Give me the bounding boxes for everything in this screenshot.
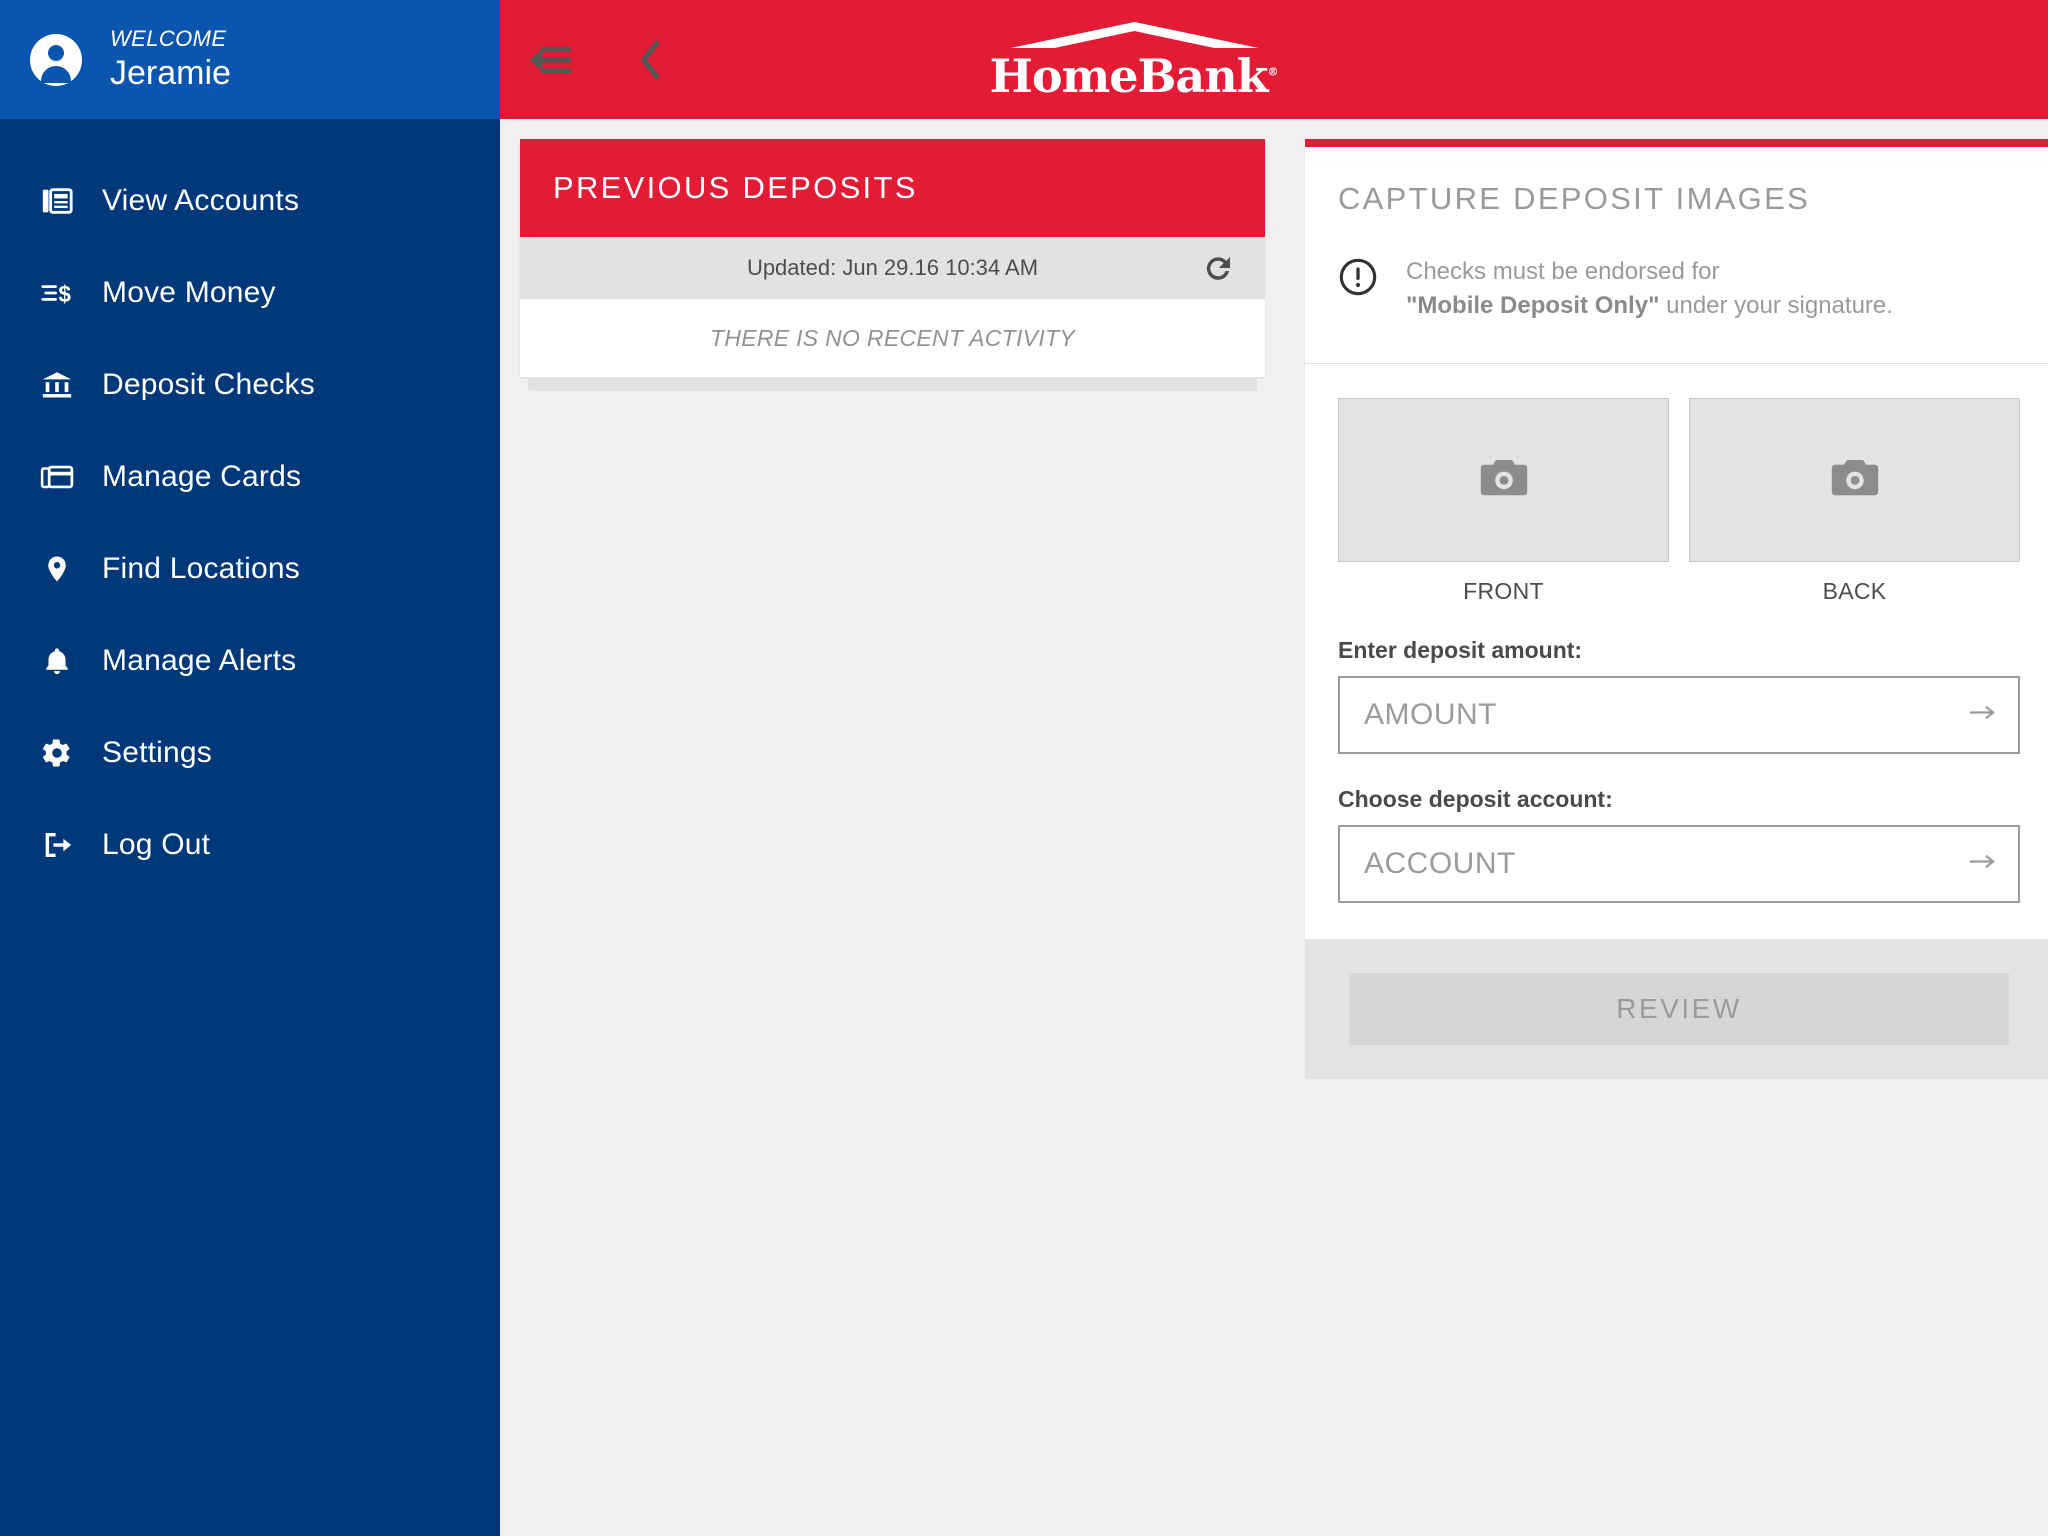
deposit-form: Enter deposit amount: AMOUNT Choose depo… [1305,637,2048,904]
sidebar-nav: View Accounts $ Move Money Deposit Check… [0,119,500,891]
capture-back: BACK [1689,398,2020,605]
sidebar-item-manage-alerts[interactable]: Manage Alerts [0,615,500,707]
warning-text: Checks must be endorsed for "Mobile Depo… [1406,255,1893,323]
capture-front: FRONT [1338,398,1669,605]
refresh-icon[interactable] [1199,249,1237,287]
previous-deposits-column: PREVIOUS DEPOSITS Updated: Jun 29.16 10:… [520,139,1265,391]
user-avatar-icon [30,33,82,86]
capture-back-label: BACK [1822,578,1887,605]
exclamation-circle-icon [1338,257,1384,302]
bell-icon [34,641,80,681]
main-content: PREVIOUS DEPOSITS Updated: Jun 29.16 10:… [500,119,2048,1536]
card-shadow-footer [528,377,1257,391]
capture-deposit-title: CAPTURE DEPOSIT IMAGES [1338,181,1811,216]
review-button[interactable]: REVIEW [1349,973,2009,1046]
welcome-label: WELCOME [110,26,227,52]
account-field-label: Choose deposit account: [1338,786,1613,813]
welcome-text-group: WELCOME Jeramie [110,26,231,92]
review-button-label: REVIEW [1616,993,1742,1025]
sidebar-item-deposit-checks[interactable]: Deposit Checks [0,339,500,431]
amount-placeholder: AMOUNT [1364,698,1497,732]
welcome-bar[interactable]: WELCOME Jeramie [0,0,500,119]
endorsement-warning: Checks must be endorsed for "Mobile Depo… [1338,255,2020,363]
right-area: HomeBank® PREVIOUS DEPOSITS Updated: Jun… [500,0,2048,1536]
previous-deposits-empty-row: THERE IS NO RECENT ACTIVITY [520,299,1265,377]
sidebar-item-label: Settings [102,736,212,769]
user-name: Jeramie [110,53,231,92]
sidebar-item-label: Find Locations [102,552,300,585]
credit-cards-icon [34,457,80,497]
sidebar-item-view-accounts[interactable]: View Accounts [0,155,500,247]
account-select[interactable]: ACCOUNT [1338,825,2020,904]
warning-line-2: under your signature. [1659,292,1893,320]
sidebar-item-find-locations[interactable]: Find Locations [0,523,500,615]
chevron-left-icon[interactable] [631,33,671,87]
warning-bold-phrase: "Mobile Deposit Only" [1406,292,1660,320]
updated-timestamp: Updated: Jun 29.16 10:34 AM [746,255,1039,280]
gear-icon [34,733,80,773]
form-bottom-spacer [1305,903,2048,939]
capture-back-button[interactable] [1689,398,2020,563]
accounts-list-icon [34,181,80,221]
previous-deposits-title: PREVIOUS DEPOSITS [553,170,918,205]
sidebar-item-label: Deposit Checks [102,368,315,401]
sidebar-item-label: Manage Alerts [102,644,297,677]
transfer-dollar-icon: $ [34,273,80,313]
sidebar-item-log-out[interactable]: Log Out [0,799,500,891]
collapse-menu-icon[interactable] [525,33,579,87]
homebank-logo[interactable]: HomeBank® [989,21,1279,103]
amount-input[interactable]: AMOUNT [1338,676,2020,755]
map-pin-icon [34,549,80,589]
no-activity-text: THERE IS NO RECENT ACTIVITY [709,324,1076,351]
bank-building-icon [34,365,80,405]
sidebar-item-manage-cards[interactable]: Manage Cards [0,431,500,523]
card-accent-bar [1305,139,2048,147]
sidebar-item-label: Move Money [102,276,276,309]
app-root: WELCOME Jeramie View Accounts $ Move Mon… [0,0,2048,1536]
previous-deposits-updated-row: Updated: Jun 29.16 10:34 AM [520,237,1265,299]
previous-deposits-header: PREVIOUS DEPOSITS [520,139,1265,237]
sidebar-item-label: View Accounts [102,184,300,217]
arrow-right-icon [1970,853,1996,876]
review-zone: REVIEW [1305,939,2048,1080]
arrow-right-icon [1970,704,1996,727]
previous-deposits-card: PREVIOUS DEPOSITS Updated: Jun 29.16 10:… [520,139,1265,377]
sidebar-item-settings[interactable]: Settings [0,707,500,799]
sidebar-item-move-money[interactable]: $ Move Money [0,247,500,339]
capture-deposit-inner: CAPTURE DEPOSIT IMAGES Checks must be en… [1305,147,2048,363]
logo-wordmark: HomeBank® [989,48,1279,103]
capture-front-button[interactable] [1338,398,1669,563]
warning-line-1: Checks must be endorsed for [1406,258,1720,285]
account-placeholder: ACCOUNT [1364,847,1516,881]
svg-text:$: $ [58,281,71,307]
logout-arrow-icon [34,825,80,865]
sidebar-item-label: Manage Cards [102,460,302,493]
amount-field-label: Enter deposit amount: [1338,637,1583,664]
capture-deposit-column: CAPTURE DEPOSIT IMAGES Checks must be en… [1305,139,2048,1080]
camera-icon [1478,456,1530,505]
app-header: HomeBank® [500,0,2048,119]
sidebar-item-label: Log Out [102,828,211,861]
camera-icon [1829,456,1881,505]
sidebar: WELCOME Jeramie View Accounts $ Move Mon… [0,0,500,1536]
capture-front-label: FRONT [1463,578,1544,605]
capture-deposit-card: CAPTURE DEPOSIT IMAGES Checks must be en… [1305,139,2048,940]
capture-boxes-row: FRONT BACK [1305,364,2048,605]
